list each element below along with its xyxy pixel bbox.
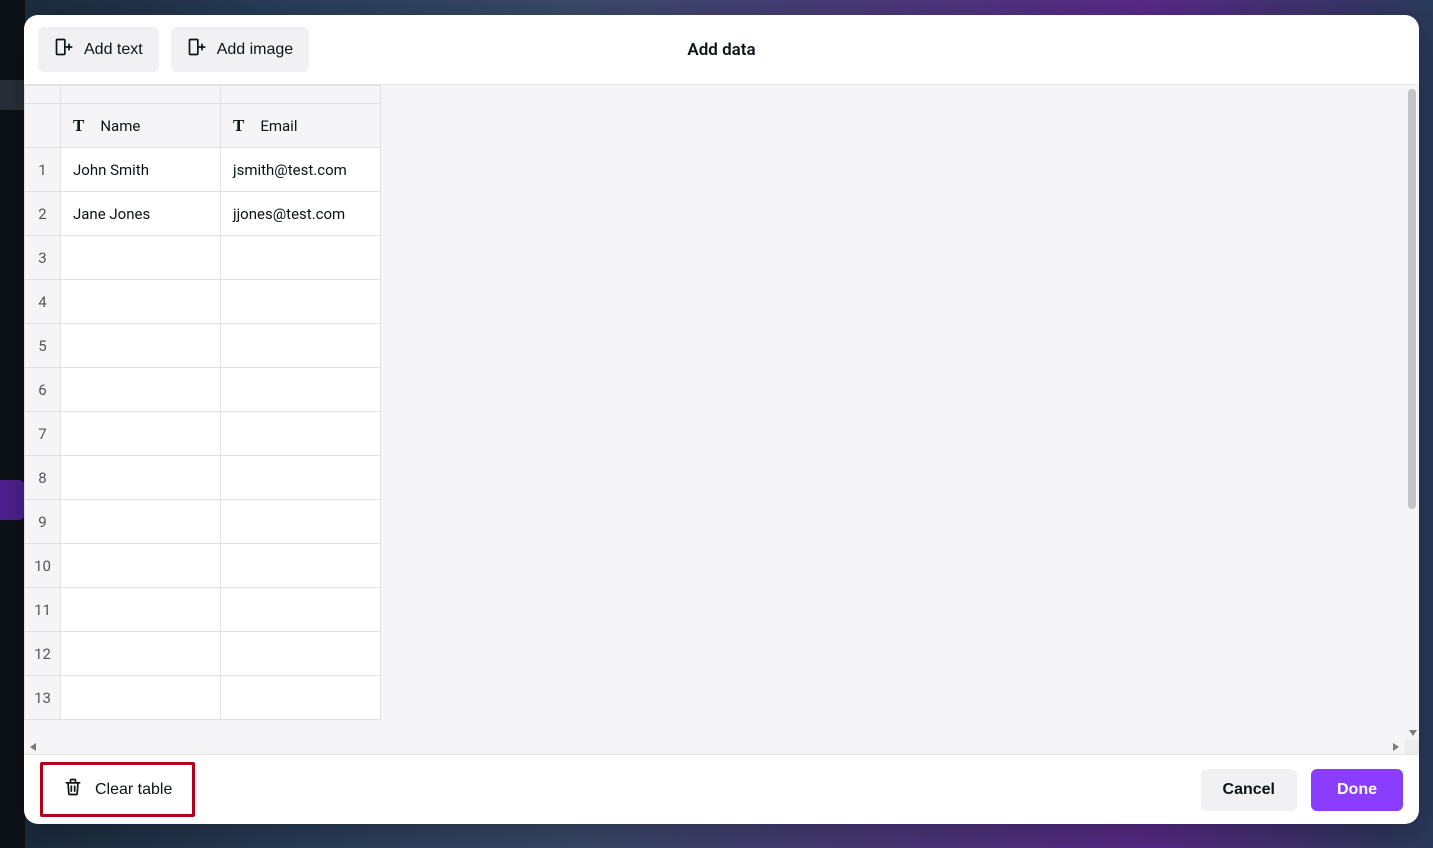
data-table: T Name T Email 1John Smithjsmith@test.co <box>24 85 381 720</box>
add-image-label: Add image <box>217 41 294 59</box>
table-row: 9 <box>25 500 381 544</box>
background-sidebar <box>0 0 25 848</box>
row-number[interactable]: 9 <box>25 500 61 544</box>
clear-table-highlight: Clear table <box>40 762 195 817</box>
cell-email[interactable] <box>221 324 381 368</box>
table-row: 13 <box>25 676 381 720</box>
trash-icon <box>63 777 83 802</box>
table-row: 1John Smithjsmith@test.com <box>25 148 381 192</box>
modal-header: Add text Add image Add data <box>24 15 1419 85</box>
cell-email[interactable] <box>221 588 381 632</box>
row-number[interactable]: 10 <box>25 544 61 588</box>
scroll-left-icon[interactable] <box>30 743 36 751</box>
cell-email[interactable] <box>221 368 381 412</box>
cell-email[interactable] <box>221 632 381 676</box>
add-image-button[interactable]: Add image <box>171 27 310 72</box>
modal-footer: Clear table Cancel Done <box>24 754 1419 824</box>
modal-body: T Name T Email 1John Smithjsmith@test.co <box>24 85 1419 754</box>
cell-name[interactable] <box>61 280 221 324</box>
table-row: 8 <box>25 456 381 500</box>
table-row: 4 <box>25 280 381 324</box>
row-number[interactable]: 7 <box>25 412 61 456</box>
add-column-icon <box>187 37 207 62</box>
scroll-thumb[interactable] <box>1408 89 1416 509</box>
cell-email[interactable] <box>221 500 381 544</box>
add-text-label: Add text <box>84 41 143 59</box>
text-type-icon: T <box>233 116 244 136</box>
column-header-row: T Name T Email <box>25 104 381 148</box>
scroll-down-icon[interactable] <box>1409 730 1417 736</box>
vertical-scrollbar[interactable] <box>1405 85 1419 740</box>
row-number[interactable]: 8 <box>25 456 61 500</box>
row-number[interactable]: 5 <box>25 324 61 368</box>
done-label: Done <box>1337 781 1377 798</box>
cell-name[interactable] <box>61 500 221 544</box>
table-row: 2Jane Jonesjjones@test.com <box>25 192 381 236</box>
cell-email[interactable] <box>221 280 381 324</box>
cell-name[interactable] <box>61 456 221 500</box>
scroll-corner <box>1405 740 1419 754</box>
cell-name[interactable] <box>61 236 221 280</box>
cancel-label: Cancel <box>1223 781 1275 798</box>
done-button[interactable]: Done <box>1311 769 1403 811</box>
row-number[interactable]: 6 <box>25 368 61 412</box>
horizontal-scrollbar[interactable] <box>24 740 1405 754</box>
cell-name[interactable] <box>61 676 221 720</box>
cell-email[interactable] <box>221 544 381 588</box>
scroll-right-icon[interactable] <box>1393 743 1399 751</box>
cell-name[interactable] <box>61 632 221 676</box>
cell-email[interactable]: jjones@test.com <box>221 192 381 236</box>
cell-name[interactable] <box>61 368 221 412</box>
header-rownum <box>25 104 61 148</box>
table-row: 11 <box>25 588 381 632</box>
cell-name[interactable] <box>61 544 221 588</box>
cell-email[interactable] <box>221 456 381 500</box>
cell-name[interactable]: Jane Jones <box>61 192 221 236</box>
cell-name[interactable] <box>61 324 221 368</box>
table-row: 10 <box>25 544 381 588</box>
add-text-button[interactable]: Add text <box>38 27 159 72</box>
row-number[interactable]: 13 <box>25 676 61 720</box>
clear-table-button[interactable]: Clear table <box>45 767 190 812</box>
column-header-email[interactable]: T Email <box>221 104 381 148</box>
table-row: 3 <box>25 236 381 280</box>
cancel-button[interactable]: Cancel <box>1201 769 1297 811</box>
cell-name[interactable] <box>61 588 221 632</box>
column-label: Name <box>100 117 140 135</box>
table-row: 12 <box>25 632 381 676</box>
row-number[interactable]: 1 <box>25 148 61 192</box>
row-number[interactable]: 11 <box>25 588 61 632</box>
cell-email[interactable] <box>221 412 381 456</box>
add-column-icon <box>54 37 74 62</box>
column-label: Email <box>260 117 297 135</box>
table-row: 5 <box>25 324 381 368</box>
text-type-icon: T <box>73 116 84 136</box>
column-letter-b[interactable] <box>221 86 381 104</box>
add-data-modal: Add text Add image Add data <box>24 15 1419 824</box>
clear-table-label: Clear table <box>95 781 172 799</box>
cell-email[interactable] <box>221 236 381 280</box>
row-number[interactable]: 2 <box>25 192 61 236</box>
column-letter-row <box>25 86 381 104</box>
row-number[interactable]: 12 <box>25 632 61 676</box>
row-number[interactable]: 4 <box>25 280 61 324</box>
table-row: 6 <box>25 368 381 412</box>
cell-email[interactable] <box>221 676 381 720</box>
column-header-name[interactable]: T Name <box>61 104 221 148</box>
cell-email[interactable]: jsmith@test.com <box>221 148 381 192</box>
corner-cell[interactable] <box>25 86 61 104</box>
row-number[interactable]: 3 <box>25 236 61 280</box>
cell-name[interactable]: John Smith <box>61 148 221 192</box>
table-row: 7 <box>25 412 381 456</box>
column-letter-a[interactable] <box>61 86 221 104</box>
spreadsheet-area[interactable]: T Name T Email 1John Smithjsmith@test.co <box>24 85 1405 740</box>
cell-name[interactable] <box>61 412 221 456</box>
